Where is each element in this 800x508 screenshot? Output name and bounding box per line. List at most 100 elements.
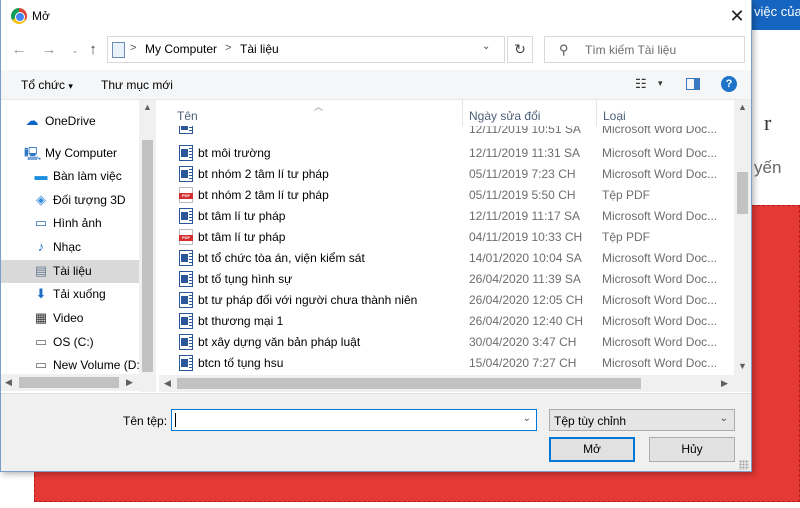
breadcrumb-my-computer[interactable]: My Computer [145,42,217,56]
address-bar[interactable]: > My Computer > Tài liệu ⌄ [107,36,505,63]
nav-item-drive-c[interactable]: ▭ OS (C:) [1,331,139,354]
chevron-down-icon[interactable]: ⌄ [482,41,490,52]
file-type: Microsoft Word Doc... [602,356,718,370]
computer-icon: 🖳 [24,146,42,161]
chevron-down-icon: ▾ [68,81,73,91]
recent-locations-button[interactable]: ⌄ [65,40,85,60]
organize-button[interactable]: Tổ chức ▾ [21,78,73,92]
nav-item-desktop[interactable]: ▬ Bàn làm việc [1,165,139,188]
up-button[interactable]: ↑ [83,40,103,60]
scroll-up-icon[interactable]: ▲ [143,102,152,112]
file-type: Microsoft Word Doc... [602,272,718,286]
background-banner: việc của [752,0,800,30]
chevron-down-icon: ⌄ [71,45,79,55]
file-name: bt tổ chức tòa án, viện kiểm sát [198,251,365,265]
refresh-icon: ↻ [514,41,526,57]
file-row[interactable]: bt tâm lí tư pháp 04/11/2019 10:33 CH Tệp … [175,227,735,248]
close-button[interactable]: ✕ [727,6,747,26]
nav-item-documents[interactable]: ▤ Tài liệu [1,260,139,283]
search-input[interactable]: Tìm kiếm Tài liệu [585,43,676,57]
column-header-name[interactable]: Tên [171,100,463,126]
file-type: Tệp PDF [602,188,651,202]
cloud-icon: ☁ [25,113,39,128]
music-icon: ♪ [37,239,45,254]
resize-grip-icon[interactable] [739,460,749,470]
search-icon: ⚲ [559,42,569,57]
scrollbar-corner [734,375,751,392]
view-options-icon[interactable]: ☷ [635,76,647,92]
file-row[interactable]: 12/11/2019 10:51 SA Microsoft Word Doc... [175,126,735,136]
file-type: Microsoft Word Doc... [602,314,718,328]
file-date: 05/11/2019 7:23 CH [469,167,576,181]
file-vertical-scrollbar[interactable]: ▲ ▼ [734,100,751,375]
file-date: 12/11/2019 10:51 SA [469,126,581,136]
file-row[interactable]: bt thương mại 1 26/04/2020 12:40 CH Micros… [175,311,735,332]
breadcrumb-separator: > [225,42,232,54]
forward-button[interactable]: → [39,40,59,60]
scroll-thumb[interactable] [737,172,748,214]
arrow-left-icon: ← [11,41,27,58]
file-row[interactable]: bt nhóm 2 tâm lí tư pháp 05/11/2019 7:23 … [175,164,735,185]
arrow-right-icon: → [41,41,57,58]
word-file-icon [179,250,193,266]
new-folder-button[interactable]: Thư mục mới [101,78,173,92]
file-date: 05/11/2019 5:50 CH [469,188,576,202]
scroll-right-icon[interactable]: ▶ [721,378,728,389]
column-header-type[interactable]: Loại [597,100,734,126]
file-name: btcn tố tụng hsu [198,356,284,370]
file-name: bt tâm lí tư pháp [198,230,286,244]
column-header-date[interactable]: Ngày sửa đổi [463,100,597,126]
chevron-down-icon[interactable]: ▾ [658,78,663,89]
cancel-button[interactable]: Hủy [649,437,735,462]
scroll-right-icon[interactable]: ▶ [126,377,133,388]
chrome-icon [11,8,27,24]
file-row[interactable]: bt tố tụng hình sự 26/04/2020 11:39 SA Mic… [175,269,735,290]
scroll-down-icon[interactable]: ▼ [738,361,747,371]
nav-item-my-computer[interactable]: 🖳 My Computer [1,142,139,165]
scroll-left-icon[interactable]: ◀ [164,378,171,389]
search-box[interactable]: ⚲ Tìm kiếm Tài liệu [544,36,745,63]
nav-item-videos[interactable]: ▦ Video [1,307,139,330]
scroll-left-icon[interactable]: ◀ [5,377,12,388]
scroll-thumb[interactable] [19,377,119,388]
scroll-thumb[interactable] [142,140,153,372]
file-row[interactable]: bt nhóm 2 tâm lí tư pháp 05/11/2019 5:50 … [175,185,735,206]
word-file-icon [179,313,193,329]
nav-item-label: New Volume (D:) [53,358,144,372]
open-button[interactable]: Mở [549,437,635,462]
file-type-select[interactable]: Tệp tùy chỉnh ⌄ [549,409,735,431]
breadcrumb-separator: > [130,42,137,54]
nav-item-pictures[interactable]: ▭ Hình ảnh [1,212,139,235]
scroll-up-icon[interactable]: ▲ [738,102,747,112]
filename-input[interactable]: ⌄ [171,409,537,431]
nav-item-downloads[interactable]: ⬇ Tải xuống [1,283,139,306]
file-row[interactable]: btcn tố tụng hsu 15/04/2020 7:27 CH Micros… [175,353,735,374]
back-button[interactable]: ← [9,40,29,60]
scroll-thumb[interactable] [177,378,641,389]
desktop-icon: ▬ [34,168,48,183]
file-row[interactable]: bt tổ chức tòa án, viện kiểm sát 14/01/20… [175,248,735,269]
dialog-title: Mở [32,9,50,23]
preview-pane-icon[interactable] [686,78,700,90]
file-row[interactable]: bt môi trường 12/11/2019 11:31 SA Microsof… [175,143,735,164]
nav-item-3d-objects[interactable]: ◈ Đối tượng 3D [1,189,139,212]
chevron-down-icon[interactable]: ⌄ [523,413,531,424]
refresh-button[interactable]: ↻ [507,36,533,63]
nav-item-onedrive[interactable]: ☁ OneDrive [1,110,139,133]
file-name: bt nhóm 2 tâm lí tư pháp [198,188,329,202]
file-date: 12/11/2019 11:31 SA [469,146,580,160]
nav-item-music[interactable]: ♪ Nhạc [1,236,139,259]
nav-item-label: Tài liệu [53,264,92,278]
file-row[interactable]: bt tư pháp đối với người chưa thành niên… [175,290,735,311]
file-date: 04/11/2019 10:33 CH [469,230,583,244]
file-horizontal-scrollbar[interactable]: ◀ ▶ [159,375,734,392]
help-icon[interactable]: ? [721,76,737,92]
file-row[interactable]: bt tâm lí tư pháp 12/11/2019 11:17 SA Micr… [175,206,735,227]
nav-horizontal-scrollbar[interactable]: ◀ ▶ [1,374,139,391]
file-row[interactable]: bt xây dựng văn bản pháp luật 30/04/2020 … [175,332,735,353]
word-file-icon [179,145,193,161]
breadcrumb-documents[interactable]: Tài liệu [240,42,279,56]
file-name: bt tố tụng hình sự [198,272,293,286]
file-name: bt môi trường [198,146,271,160]
nav-vertical-scrollbar[interactable]: ▲ [139,100,156,392]
